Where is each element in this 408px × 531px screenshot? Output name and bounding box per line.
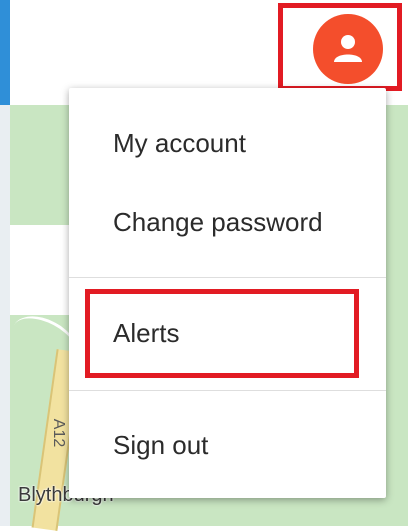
menu-item-label: My account bbox=[113, 127, 246, 158]
menu-item-sign-out[interactable]: Sign out bbox=[69, 415, 386, 475]
menu-item-label: Change password bbox=[113, 206, 323, 237]
map-left-panel bbox=[0, 105, 10, 526]
map-side-panel bbox=[10, 225, 70, 315]
road-label: A12 bbox=[50, 418, 68, 448]
user-icon bbox=[334, 35, 362, 62]
menu-item-alerts[interactable]: Alerts bbox=[69, 303, 386, 363]
menu-divider bbox=[69, 277, 386, 278]
menu-item-label: Sign out bbox=[113, 429, 209, 460]
account-dropdown-menu: My account Change password Alerts Sign o… bbox=[69, 88, 386, 498]
menu-divider bbox=[69, 390, 386, 391]
menu-item-label: Alerts bbox=[113, 317, 180, 348]
menu-item-change-password[interactable]: Change password bbox=[69, 192, 386, 252]
menu-item-my-account[interactable]: My account bbox=[69, 113, 386, 173]
user-avatar-button[interactable] bbox=[313, 14, 383, 84]
